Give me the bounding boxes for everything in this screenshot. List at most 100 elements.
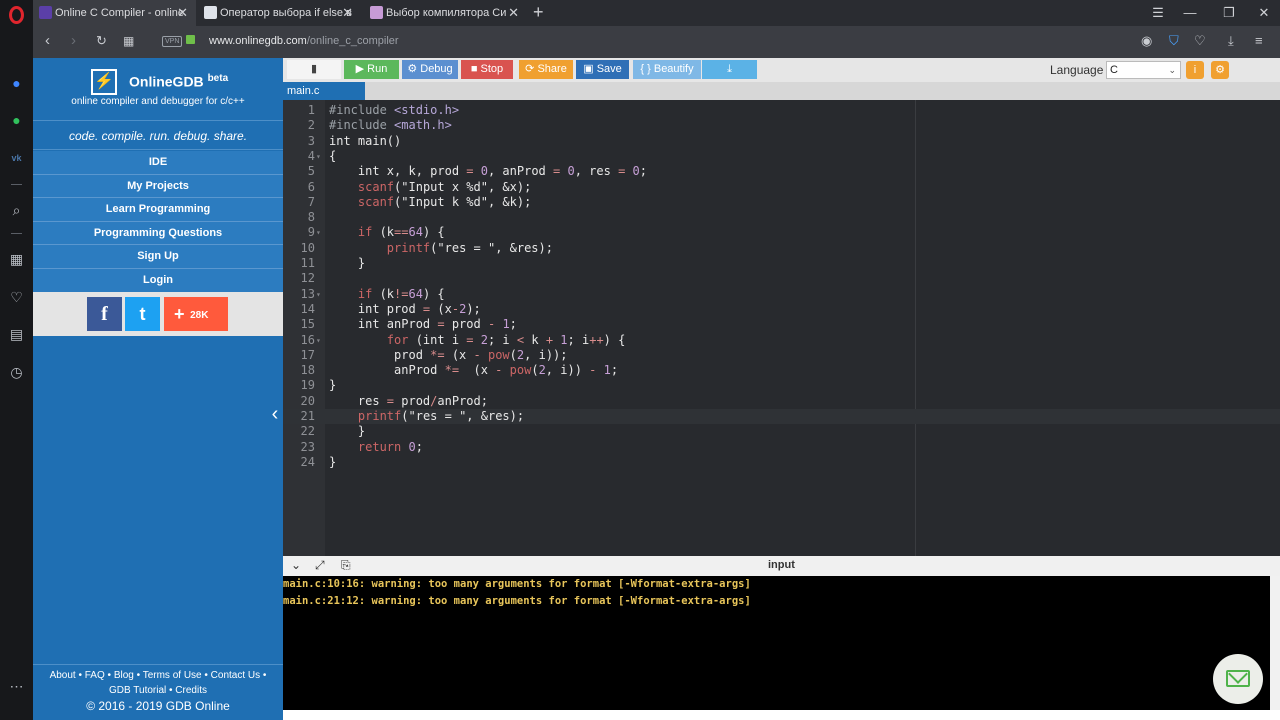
language-select[interactable]: C ⌄ (1106, 61, 1181, 79)
code-editor[interactable]: 1 #include <stdio.h> 2 #include <math.h> 3 in… (283, 100, 1280, 556)
minimize-icon[interactable]: — (1175, 0, 1205, 26)
code-line[interactable]: 11 } (283, 256, 1280, 271)
sidebar-item-learn-programming[interactable]: Learn Programming (33, 198, 283, 222)
console-output[interactable]: main.c:10:16: warning: too many argument… (283, 576, 1270, 710)
code-line[interactable]: 13 ▾ if (k!=64) { (283, 287, 1280, 302)
code-line[interactable]: 19} (283, 378, 1280, 393)
addthis-share-button[interactable]: + 28K (164, 297, 228, 331)
code-line[interactable]: 2 #include <math.h> (283, 118, 1280, 133)
brand-title[interactable]: OnlineGDB beta (129, 73, 228, 90)
close-tab-icon[interactable]: ✕ (342, 0, 353, 26)
settings-gear-icon[interactable]: ⚙ (1211, 61, 1229, 79)
collapse-sidebar-button[interactable]: ‹ (267, 390, 283, 440)
code-line[interactable]: 7 scanf("Input k %d", &k); (283, 195, 1280, 210)
sidebar-item-programming-questions[interactable]: Programming Questions (33, 221, 283, 246)
beautify-button[interactable]: { } Beautify (633, 60, 701, 79)
code-line[interactable]: 8 (283, 210, 1280, 225)
code-line[interactable]: 15 int anProd = prod - 1; (283, 317, 1280, 332)
tab-online-c-compiler[interactable]: Online C Compiler - online ✕ (33, 0, 196, 26)
code-line[interactable]: 21 printf("res = ", &res); (283, 409, 1280, 425)
restore-icon[interactable]: ❐ (1214, 0, 1244, 26)
tab-title: Оператор выбора if else в (220, 7, 352, 19)
close-window-icon[interactable]: ✕ (1249, 0, 1279, 26)
console-scrollbar[interactable] (1270, 576, 1280, 710)
code-line[interactable]: 23 return 0; (283, 440, 1280, 455)
reload-icon[interactable]: ↻ (96, 33, 107, 49)
facebook-share-button[interactable]: f (87, 297, 122, 331)
tab-operator[interactable]: Оператор выбора if else в ✕ (198, 0, 361, 26)
code-line[interactable]: 12 (283, 271, 1280, 286)
fold-arrow-icon[interactable]: ▾ (316, 287, 325, 302)
code-text: scanf("Input k %d", &k); (357, 194, 532, 209)
sidebar-item-login[interactable]: Login (33, 268, 283, 293)
heart-icon[interactable]: ♡ (8, 289, 25, 306)
stop-button[interactable]: ■ Stop (461, 60, 513, 79)
twitter-share-button[interactable]: t (125, 297, 160, 331)
run-button[interactable]: ▶ Run (344, 60, 399, 79)
forward-icon[interactable]: › (71, 32, 76, 49)
debug-button[interactable]: ⚙ Debug (402, 60, 458, 79)
file-tab-main[interactable]: main.c (283, 82, 365, 100)
tab-menu-icon[interactable]: ☰ (1143, 0, 1173, 26)
back-icon[interactable]: ‹ (45, 32, 50, 49)
code-text: #include <math.h> (329, 118, 452, 133)
code-line[interactable]: 20 res = prod/anProd; (283, 394, 1280, 409)
lightning-logo-icon[interactable]: ⚡ (91, 69, 117, 95)
copy-console-icon[interactable]: ⎘ (341, 558, 351, 573)
line-number: 18 (300, 363, 315, 378)
snapshot-icon[interactable]: ◉ (1141, 33, 1152, 49)
fold-arrow-icon[interactable]: ▾ (316, 149, 325, 164)
vk-icon[interactable]: vk (8, 150, 25, 167)
fold-arrow-icon[interactable]: ▾ (316, 333, 325, 348)
opera-logo-icon[interactable] (9, 6, 24, 24)
code-line[interactable]: 17 prod *= (x - pow(2, i)); (283, 348, 1280, 363)
save-button[interactable]: ▣ Save (576, 60, 629, 79)
line-number: 3 (307, 133, 315, 148)
code-line[interactable]: 10 printf("res = ", &res); (283, 241, 1280, 256)
search-icon[interactable]: ⌕ (8, 202, 25, 219)
code-line[interactable]: 16 ▾ for (int i = 2; i < k + 1; i++) { (283, 333, 1280, 348)
feedback-mail-button[interactable] (1213, 654, 1263, 704)
close-tab-icon[interactable]: ✕ (508, 0, 519, 26)
code-line[interactable]: 22 } (283, 424, 1280, 439)
language-label: Language (1050, 63, 1104, 77)
bookmark-heart-icon[interactable]: ♡ (1194, 33, 1206, 49)
easy-setup-icon[interactable]: ≡ (1255, 33, 1263, 48)
more-icon[interactable]: ⋯ (8, 678, 25, 695)
download-button[interactable]: ⤓ (702, 60, 757, 79)
sidebar-item-sign-up[interactable]: Sign Up (33, 245, 283, 269)
new-file-button[interactable]: ▮ (287, 60, 341, 79)
tiles-icon[interactable]: ▦ (123, 34, 134, 48)
footer-links[interactable]: About • FAQ • Blog • Terms of Use • Cont… (33, 670, 283, 681)
code-line[interactable]: 5 int x, k, prod = 0, anProd = 0, res = … (283, 164, 1280, 179)
close-tab-icon[interactable]: ✕ (177, 0, 188, 26)
code-line[interactable]: 9 ▾ if (k==64) { (283, 225, 1280, 240)
code-line[interactable]: 4 ▾ { (283, 149, 1280, 164)
messenger-icon[interactable]: ● (8, 75, 25, 92)
url-field[interactable]: www.onlinegdb.com/online_c_compiler (209, 35, 399, 47)
speed-dial-icon[interactable]: ▦ (8, 251, 25, 268)
code-line[interactable]: 3 int main() (283, 134, 1280, 149)
sidebar-item-ide[interactable]: IDE (33, 151, 283, 175)
whatsapp-icon[interactable]: ● (8, 112, 25, 129)
code-line[interactable]: 6 scanf("Input x %d", &x); (283, 180, 1280, 195)
minimize-console-icon[interactable]: ⌄ (291, 558, 301, 572)
code-line[interactable]: 14 int prod = (x-2); (283, 302, 1280, 317)
history-icon[interactable]: ◷ (8, 364, 25, 381)
new-tab-button[interactable]: + (533, 0, 544, 24)
news-icon[interactable]: ▤ (8, 326, 25, 343)
code-line[interactable]: 24} (283, 455, 1280, 470)
tab-compiler-choice[interactable]: Выбор компилятора Си ✕ (364, 0, 527, 26)
rail-divider (11, 233, 22, 234)
fold-arrow-icon[interactable]: ▾ (316, 225, 325, 240)
share-button[interactable]: ⟳ Share (519, 60, 573, 79)
code-line[interactable]: 1 #include <stdio.h> (283, 103, 1280, 118)
vpn-badge[interactable]: VPN (162, 36, 183, 47)
code-line[interactable]: 18 anProd *= (x - pow(2, i)) - 1; (283, 363, 1280, 378)
expand-console-icon[interactable]: ⤢ (315, 558, 325, 573)
download-icon[interactable]: ⤓ (1228, 33, 1234, 49)
sidebar-item-my-projects[interactable]: My Projects (33, 174, 283, 199)
adblock-shield-icon[interactable]: ⛉ (1169, 33, 1179, 49)
info-icon[interactable]: i (1186, 61, 1204, 79)
footer-links-2[interactable]: GDB Tutorial • Credits (33, 685, 283, 696)
